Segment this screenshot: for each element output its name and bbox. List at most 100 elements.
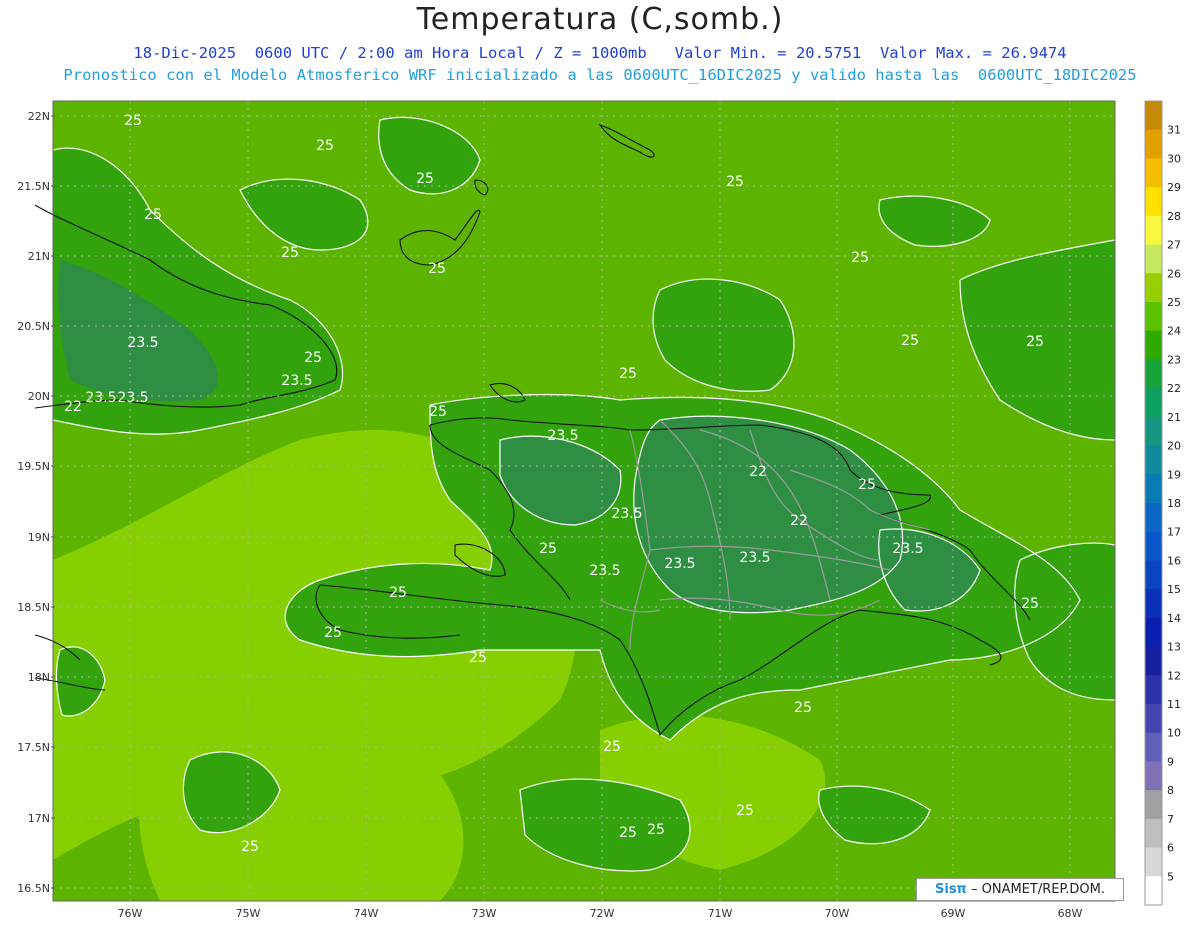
lat-label: 18.5N bbox=[17, 601, 50, 614]
contour-label: 22 bbox=[64, 399, 82, 415]
contour-label: 23.5 bbox=[117, 390, 148, 406]
colorbar-swatch bbox=[1145, 617, 1162, 648]
colorbar-tick-label: 14 bbox=[1167, 612, 1181, 625]
colorbar-tick-label: 10 bbox=[1167, 727, 1181, 740]
colorbar-swatch bbox=[1145, 503, 1162, 533]
colorbar-tick-label: 30 bbox=[1167, 152, 1181, 165]
lat-label: 18N bbox=[28, 671, 50, 684]
colorbar-swatch bbox=[1145, 646, 1162, 676]
colorbar-tick-label: 16 bbox=[1167, 554, 1181, 567]
colorbar-tick-label: 29 bbox=[1167, 181, 1181, 194]
colorbar-swatch bbox=[1145, 416, 1162, 447]
colorbar-swatch bbox=[1145, 158, 1162, 188]
colorbar-tick-label: 22 bbox=[1167, 382, 1181, 395]
lon-label: 69W bbox=[941, 907, 966, 920]
colorbar-swatch bbox=[1145, 187, 1162, 217]
colorbar-tick-label: 8 bbox=[1167, 784, 1174, 797]
colorbar-swatch bbox=[1145, 273, 1162, 303]
contour-label: 25 bbox=[619, 825, 637, 841]
contour-label: 25 bbox=[619, 366, 637, 382]
colorbar-swatch bbox=[1145, 474, 1162, 504]
colorbar-swatch bbox=[1145, 704, 1162, 734]
colorbar-swatch bbox=[1145, 847, 1162, 877]
lon-label: 68W bbox=[1058, 907, 1083, 920]
contour-label: 25 bbox=[281, 245, 299, 261]
contour-label: 25 bbox=[794, 700, 812, 716]
colorbar-tick-label: 17 bbox=[1167, 526, 1181, 539]
lat-label: 21N bbox=[28, 250, 50, 263]
contour-label: 25 bbox=[429, 404, 447, 420]
contour-label: 25 bbox=[858, 477, 876, 493]
contour-label: 25 bbox=[316, 138, 334, 154]
lat-label: 19.5N bbox=[17, 460, 50, 473]
colorbar-tick-label: 11 bbox=[1167, 698, 1181, 711]
colorbar-tick-label: 27 bbox=[1167, 239, 1181, 252]
contour-label: 23.5 bbox=[611, 506, 642, 522]
lon-label: 70W bbox=[825, 907, 850, 920]
contour-label: 25 bbox=[124, 113, 142, 129]
colorbar-tick-label: 7 bbox=[1167, 813, 1174, 826]
contour-label: 22 bbox=[749, 464, 767, 480]
lat-label: 17N bbox=[28, 812, 50, 825]
colorbar-tick-label: 20 bbox=[1167, 440, 1181, 453]
colorbar-swatch bbox=[1145, 876, 1162, 906]
contour-label: 25 bbox=[144, 207, 162, 223]
colorbar-swatch bbox=[1145, 445, 1162, 475]
colorbar-swatch bbox=[1145, 761, 1162, 791]
contour-label: 25 bbox=[241, 839, 259, 855]
contour-label: 25 bbox=[603, 739, 621, 755]
contour-label: 25 bbox=[428, 261, 446, 277]
colorbar-tick-label: 26 bbox=[1167, 267, 1181, 280]
brand-text: – ONAMET/REP.DOM. bbox=[966, 882, 1105, 897]
contour-label: 23.5 bbox=[892, 541, 923, 557]
colorbar-tick-label: 31 bbox=[1167, 124, 1181, 137]
contour-label: 25 bbox=[324, 625, 342, 641]
colorbar-tick-label: 15 bbox=[1167, 583, 1181, 596]
contour-label: 25 bbox=[416, 171, 434, 187]
contour-label: 25 bbox=[647, 822, 665, 838]
contour-label: 25 bbox=[901, 333, 919, 349]
colorbar-tick-label: 25 bbox=[1167, 296, 1181, 309]
colorbar-swatch bbox=[1145, 359, 1162, 389]
contour-label: 25 bbox=[1026, 334, 1044, 350]
contour-label: 25 bbox=[304, 350, 322, 366]
contour-label: 25 bbox=[389, 585, 407, 601]
colorbar-tick-label: 21 bbox=[1167, 411, 1181, 424]
map-wrapper: 22N 21.5N 21N 20.5N 20N 19.5N 19N 18.5N 18N 17.5N… bbox=[0, 0, 1200, 927]
colorbar: 31 30 29 28 27 26 25 24 23 22 21 20 19 18 17 16 15 14 13 12… bbox=[1144, 100, 1181, 906]
contour-label: 25 bbox=[736, 803, 754, 819]
colorbar-tick-label: 18 bbox=[1167, 497, 1181, 510]
contour-label: 23.5 bbox=[547, 428, 578, 444]
contour-label: 25 bbox=[469, 650, 487, 666]
longitude-labels: 76W 75W 74W 73W 72W 71W 70W 69W 68W bbox=[118, 907, 1083, 920]
lon-label: 71W bbox=[708, 907, 733, 920]
colorbar-tick-label: 5 bbox=[1167, 870, 1174, 883]
contour-label: 23.5 bbox=[589, 563, 620, 579]
colorbar-tick-label: 12 bbox=[1167, 669, 1181, 682]
colorbar-tick-label: 13 bbox=[1167, 641, 1181, 654]
colorbar-swatch bbox=[1145, 790, 1162, 820]
lon-label: 76W bbox=[118, 907, 143, 920]
colorbar-swatch bbox=[1145, 302, 1162, 332]
lon-label: 73W bbox=[472, 907, 497, 920]
lat-label: 21.5N bbox=[17, 180, 50, 193]
colorbar-tick-label: 19 bbox=[1167, 468, 1181, 481]
contour-label: 25 bbox=[1021, 596, 1039, 612]
temperature-map[interactable]: 22N 21.5N 21N 20.5N 20N 19.5N 19N 18.5N 18N 17.5N… bbox=[0, 0, 1200, 927]
colorbar-swatch bbox=[1145, 388, 1162, 418]
contour-label: 23.5 bbox=[85, 390, 116, 406]
colorbar-swatch bbox=[1145, 589, 1162, 619]
contour-label: 23.5 bbox=[664, 556, 695, 572]
lat-label: 20.5N bbox=[17, 320, 50, 333]
colorbar-swatch bbox=[1145, 244, 1162, 274]
colorbar-swatch bbox=[1145, 818, 1162, 849]
colorbar-tick-label: 9 bbox=[1167, 755, 1174, 768]
colorbar-swatch bbox=[1145, 101, 1162, 131]
colorbar-swatch bbox=[1145, 675, 1162, 705]
colorbar-swatch bbox=[1145, 732, 1162, 762]
contour-label: 25 bbox=[539, 541, 557, 557]
colorbar-swatch bbox=[1145, 531, 1162, 561]
colorbar-swatch bbox=[1145, 560, 1162, 590]
contour-label: 25 bbox=[726, 174, 744, 190]
lat-label: 20N bbox=[28, 390, 50, 403]
